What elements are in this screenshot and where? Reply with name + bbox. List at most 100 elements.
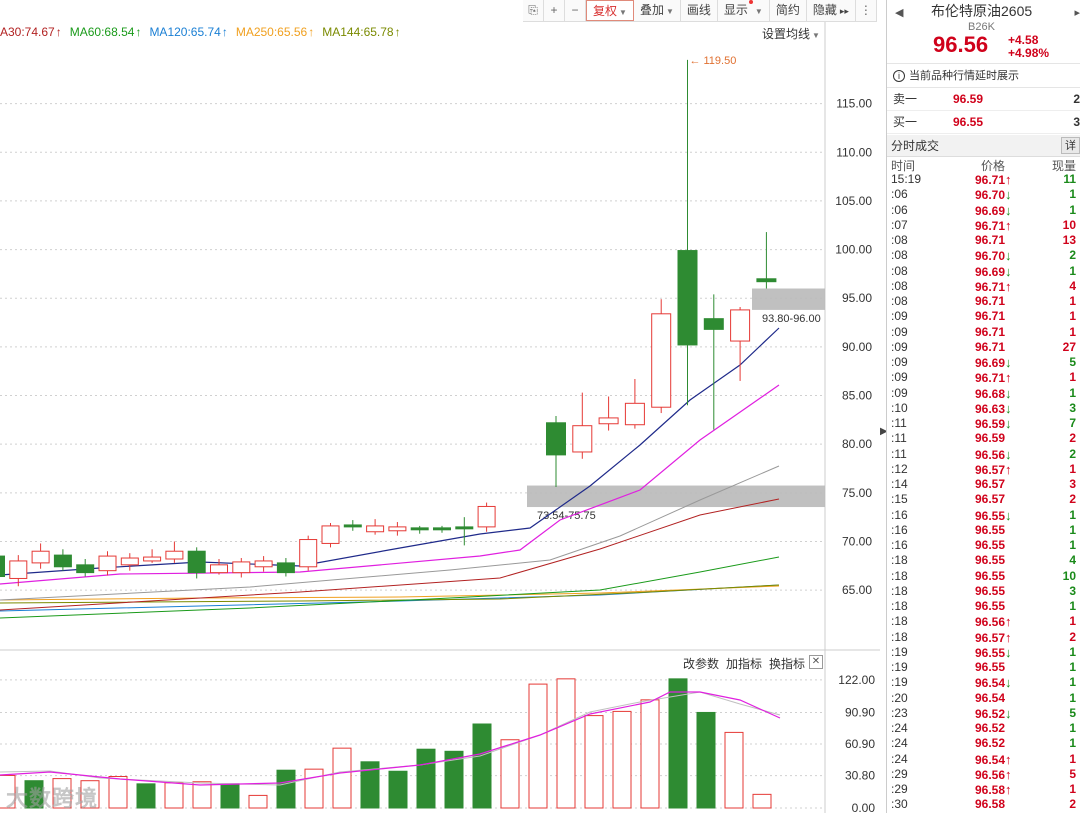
- trades-list[interactable]: 15:19 96.71↑ 11:06 96.70↓ 1:06 96.69↓ 1:07 96.7…: [887, 172, 1080, 813]
- trade-volume: 1: [1069, 660, 1076, 674]
- volume-bar-up: [612, 710, 632, 809]
- high-annotation-arrow: ←: [690, 55, 701, 67]
- kline-chart-area[interactable]: 115.00 110.00 105.00 100.00 95.00 90.00 85.00 8…: [0, 0, 880, 813]
- volume-tool-1[interactable]: 加指标: [726, 657, 762, 671]
- delay-notice-text: 当前品种行情延时展示: [909, 70, 1019, 82]
- trade-price: 96.69↓: [975, 203, 1012, 219]
- draw-line-button[interactable]: 画线: [681, 0, 718, 21]
- volume-bar-up: [640, 699, 660, 809]
- kline-chart-svg[interactable]: 115.00 110.00 105.00 100.00 95.00 90.00 85.00 8…: [0, 0, 880, 813]
- overlay-button[interactable]: 叠加 ▼: [634, 0, 681, 21]
- arrow-down-icon: ↓: [1005, 507, 1012, 523]
- hide-button[interactable]: 隐藏 ▸▸: [807, 0, 856, 21]
- display-button[interactable]: 显示 ▼: [718, 0, 770, 21]
- fuquan-button[interactable]: 复权 ▼: [586, 0, 634, 21]
- volume-bar-up: [164, 782, 184, 809]
- arrow-down-icon: ↓: [1005, 385, 1012, 401]
- zoom-out-icon-label: −: [571, 3, 579, 17]
- trade-price: 96.71↑: [975, 218, 1012, 234]
- trade-volume: 1: [1069, 370, 1076, 385]
- arrow-up-icon: ↑: [308, 25, 315, 39]
- trade-price-value: 96.71: [975, 309, 1006, 324]
- volume-tick-label: 0.00: [852, 801, 876, 813]
- trade-volume: 3: [1069, 400, 1076, 415]
- trade-time: :15: [891, 492, 908, 507]
- trade-price-value: 96.70: [975, 188, 1006, 203]
- trade-price: 96.68↓: [975, 386, 1012, 402]
- candle-up: [388, 526, 407, 532]
- trade-price: 96.54↑: [975, 752, 1012, 768]
- trade-time: :11: [891, 431, 907, 446]
- ma120-line: [0, 584, 780, 612]
- arrow-up-icon: ↑: [1005, 751, 1012, 767]
- arrow-up-icon: ↑: [1005, 461, 1012, 477]
- trade-price-value: 96.71: [975, 233, 1006, 247]
- trade-price: 96.57↑: [975, 630, 1012, 646]
- trade-row: :16 96.55↓ 1: [887, 508, 1080, 523]
- trade-volume: 2: [1069, 446, 1076, 461]
- trade-volume: 2: [1069, 629, 1076, 644]
- zoom-in-icon-label: +: [550, 3, 558, 17]
- trade-time: :30: [891, 797, 908, 812]
- candle-up: [651, 313, 672, 408]
- trade-price: 96.71↑: [975, 370, 1012, 386]
- trade-price: 96.52: [975, 736, 1005, 751]
- price-tick-label: 80.00: [842, 437, 872, 451]
- candle-down: [53, 554, 72, 568]
- trade-price-value: 96.55: [975, 522, 1006, 537]
- trade-volume: 1: [1069, 522, 1076, 537]
- trade-price-value: 96.54: [975, 752, 1006, 767]
- trade-time: :10: [891, 400, 908, 415]
- trade-price: 96.55: [975, 599, 1005, 614]
- prev-instrument-icon[interactable]: ◀: [895, 6, 903, 19]
- chevron-down-icon: ▼: [812, 31, 820, 40]
- trade-volume: 27: [1062, 339, 1076, 354]
- close-icon[interactable]: ✕: [809, 655, 823, 669]
- volume-tools: 改参数 加指标 换指标: [683, 655, 812, 672]
- trades-detail-button[interactable]: 详: [1061, 137, 1080, 154]
- trade-price-value: 96.54: [975, 676, 1006, 691]
- trade-price-value: 96.71: [975, 371, 1006, 386]
- trade-row: :15 96.57 2: [887, 492, 1080, 507]
- trade-price: 96.55↓: [975, 645, 1012, 661]
- trade-price-value: 96.55: [975, 568, 1006, 583]
- trade-price-value: 96.70: [975, 249, 1006, 264]
- zoom-out-icon[interactable]: −: [565, 0, 586, 21]
- trade-price-value: 96.55: [975, 538, 1006, 552]
- trade-row: :19 96.55↓ 1: [887, 645, 1080, 660]
- volume-bar-up: [584, 715, 604, 809]
- trade-volume: 3: [1069, 477, 1076, 491]
- more-icon[interactable]: ⋮: [856, 0, 877, 21]
- trade-price: 96.56↑: [975, 767, 1012, 783]
- trade-row: :24 96.54↑ 1: [887, 752, 1080, 767]
- arrow-up-icon: ↑: [394, 25, 401, 39]
- volume-bar-down: [668, 678, 688, 809]
- arrow-up-icon: ↑: [1005, 782, 1012, 797]
- candle-up: [321, 525, 340, 544]
- arrow-up-icon: ↑: [1005, 370, 1012, 386]
- candle-up: [254, 560, 273, 568]
- volume-bar-down: [220, 783, 240, 809]
- ref-link-icon[interactable]: ⎘: [523, 0, 544, 21]
- ma60-line: [0, 556, 780, 619]
- trade-volume: 1: [1069, 263, 1076, 278]
- trade-volume: 1: [1069, 294, 1076, 308]
- volume-bar-up: [724, 731, 744, 809]
- trade-price-value: 96.59: [975, 431, 1006, 446]
- volume-tool-2[interactable]: 换指标: [769, 657, 805, 671]
- arrow-down-icon: ↓: [1005, 400, 1012, 416]
- ma250-line: [0, 585, 780, 601]
- trade-row: :09 96.68↓ 1: [887, 386, 1080, 401]
- simple-button[interactable]: 简约: [770, 0, 807, 21]
- next-instrument-icon[interactable]: ▸: [1074, 6, 1080, 19]
- ma-settings-button[interactable]: 设置均线 ▼: [762, 25, 820, 42]
- trade-price: 96.54: [975, 691, 1005, 706]
- price-change-percent: +4.98%: [1008, 46, 1050, 60]
- volume-tool-0[interactable]: 改参数: [683, 657, 719, 671]
- zoom-in-icon[interactable]: +: [544, 0, 565, 21]
- trade-time: :14: [891, 477, 908, 491]
- trade-row: :24 96.52 1: [887, 736, 1080, 751]
- trade-price-value: 96.71: [975, 279, 1006, 294]
- trade-price-value: 96.68: [975, 386, 1006, 401]
- trade-time: :09: [891, 370, 908, 385]
